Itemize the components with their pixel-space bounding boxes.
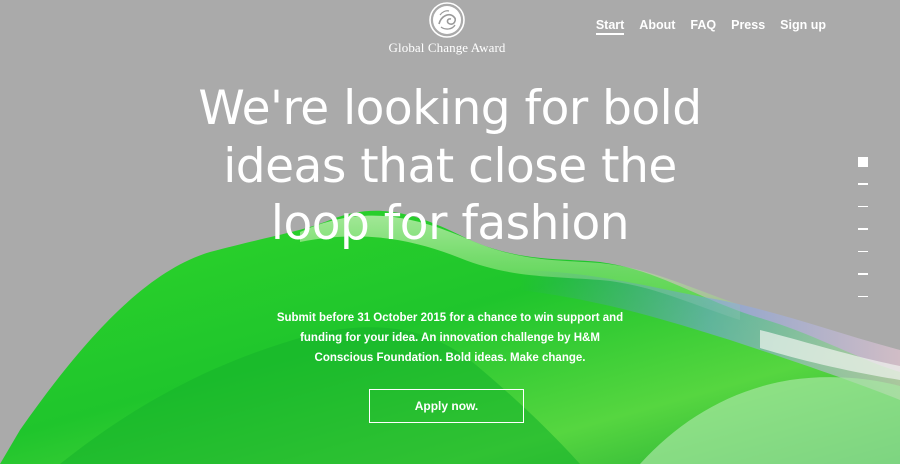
section-dot-1[interactable] <box>858 157 868 167</box>
hero-section: Global Change Award Start About FAQ Pres… <box>0 0 900 464</box>
section-dot-5[interactable] <box>858 250 868 252</box>
section-dot-2[interactable] <box>858 183 868 185</box>
section-pagination <box>857 157 869 318</box>
nav-about[interactable]: About <box>639 18 675 35</box>
nav-press[interactable]: Press <box>731 18 765 35</box>
section-dot-7[interactable] <box>858 295 868 297</box>
brand-name: Global Change Award <box>388 40 506 55</box>
brand-logo[interactable]: Global Change Award <box>380 0 514 60</box>
nav-start[interactable]: Start <box>595 18 625 35</box>
section-dot-6[interactable] <box>858 273 868 275</box>
hero-subtext: Submit before 31 October 2015 for a chan… <box>276 312 624 364</box>
nav-sign-up[interactable]: Sign up <box>780 18 826 35</box>
swirl-seal-icon <box>429 2 465 38</box>
section-dot-3[interactable] <box>858 205 868 207</box>
hero-headline: We're looking for bold ideas that close … <box>198 81 702 251</box>
nav-faq[interactable]: FAQ <box>690 18 716 35</box>
apply-now-button[interactable]: Apply now. <box>369 389 524 423</box>
section-dot-4[interactable] <box>858 228 868 230</box>
main-nav: Start About FAQ Press Sign up <box>581 18 826 35</box>
